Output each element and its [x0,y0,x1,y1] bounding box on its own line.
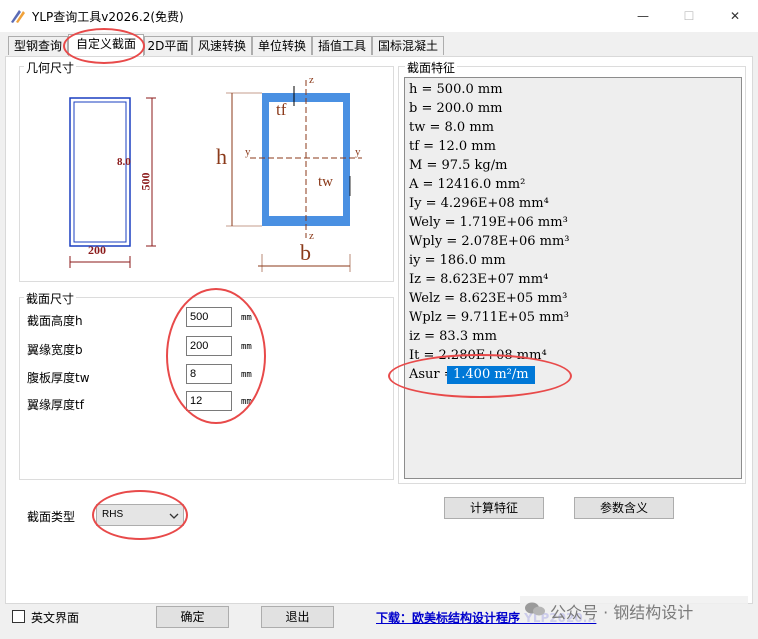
prop-h: h = 500.0 mm [409,82,503,97]
exit-button[interactable]: 退出 [261,606,334,628]
english-ui-checkbox[interactable] [12,610,25,623]
prop-b: b = 200.0 mm [409,101,503,116]
tab-unit-conversion[interactable]: 单位转换 [252,36,312,55]
geometry-group-label: 几何尺寸 [24,59,77,76]
diagram-b-label: b [300,240,311,265]
highlight-ellipse-dimensions [166,288,266,424]
web-thickness-label: 腹板厚度tw [27,371,90,385]
prop-radius-y: iy = 186.0 mm [409,253,506,268]
properties-textbox[interactable]: h = 500.0 mm b = 200.0 mm tw = 8.0 mm tf… [404,77,742,479]
minimize-button[interactable]: — [620,0,666,32]
section-type-label: 截面类型 [27,510,76,524]
section-diagram [226,80,362,272]
height-label: 截面高度h [27,314,83,328]
prop-iz: Iz = 8.623E+07 mm⁴ [409,272,549,287]
highlight-ellipse-section-type [92,490,188,540]
diagram-z-top-label: z [309,74,314,86]
prop-radius-z: iz = 83.3 mm [409,329,497,344]
prop-iy: Iy = 4.296E+08 mm⁴ [409,196,549,211]
diagram-tf-label: tf [276,100,287,119]
prop-area: A = 12416.0 mm² [409,177,526,192]
diagram-h-label: h [216,144,227,169]
section-preview [69,97,156,268]
preview-width-label: 200 [88,243,106,257]
watermark-text: 公众号 · 钢结构设计 [550,603,694,622]
ok-button[interactable]: 确定 [156,606,229,628]
calculate-button[interactable]: 计算特征 [444,497,544,519]
prop-welz: Welz = 8.623E+05 mm³ [409,291,568,306]
prop-mass: M = 97.5 kg/m [409,158,508,173]
width-label: 翼缘宽度b [27,343,83,357]
prop-wply: Wply = 2.078E+06 mm³ [409,234,570,249]
wechat-icon [524,601,546,617]
close-button[interactable]: ✕ [712,0,758,32]
minimize-icon: — [637,9,649,23]
param-meaning-button[interactable]: 参数含义 [574,497,674,519]
properties-group-label: 截面特征 [405,59,458,76]
english-ui-label: 英文界面 [31,611,80,625]
diagram-z-bottom-label: z [309,230,314,242]
app-icon [11,10,25,23]
preview-height-label: 500 [138,172,153,191]
prop-tw: tw = 8.0 mm [409,120,494,135]
maximize-button[interactable]: ☐ [666,0,712,32]
close-icon: ✕ [729,9,741,23]
diagram-y-left-label: y [245,146,251,158]
prop-tf: tf = 12.0 mm [409,139,496,154]
prop-wplz: Wplz = 9.711E+05 mm³ [409,310,569,325]
tab-2d-plane[interactable]: 2D平面 [144,36,192,55]
tab-section-query[interactable]: 型钢查询 [8,36,68,55]
maximize-icon: ☐ [683,9,695,23]
flange-thickness-label: 翼缘厚度tf [27,398,84,412]
preview-thickness-label: 8.0 [117,156,131,168]
tab-interpolation[interactable]: 插值工具 [312,36,372,55]
diagram-tw-label: tw [318,174,333,190]
prop-wely: Wely = 1.719E+06 mm³ [409,215,568,230]
dimensions-group-label: 截面尺寸 [24,290,77,307]
diagram-y-right-label: y [355,146,361,158]
tab-gb-concrete[interactable]: 国标混凝土 [372,36,444,55]
window-title: YLP查询工具v2026.2(免费) [32,10,184,24]
highlight-ellipse-asur [388,354,572,398]
tab-wind-speed[interactable]: 风速转换 [192,36,252,55]
